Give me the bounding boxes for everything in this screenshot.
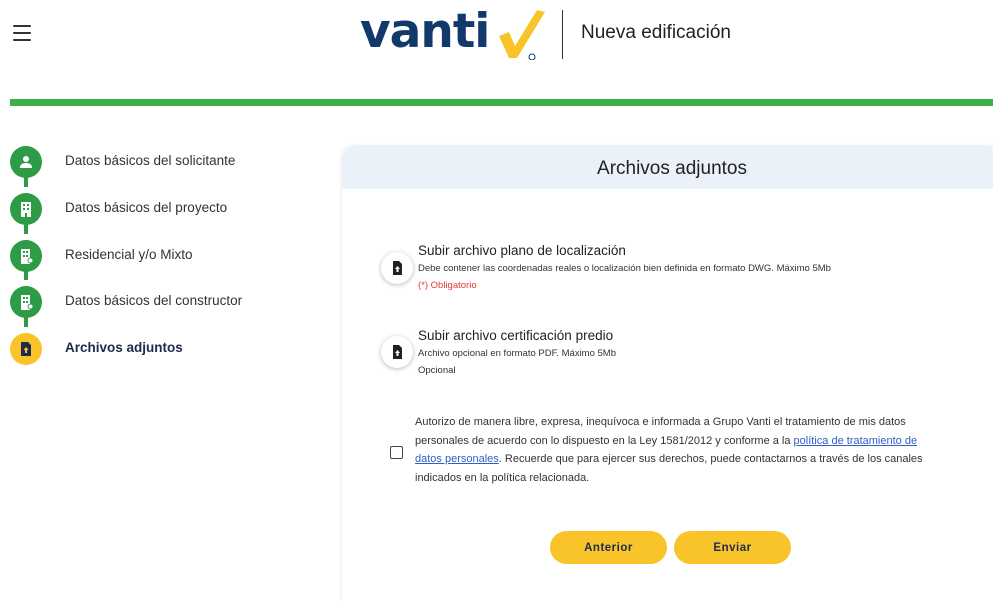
building-icon bbox=[21, 202, 31, 217]
hamburger-icon bbox=[13, 25, 31, 27]
upload-plano-description: Debe contener las coordenadas reales o l… bbox=[418, 263, 831, 274]
step-solicitante[interactable]: Datos básicos del solicitante bbox=[10, 146, 310, 178]
step-constructor[interactable]: Datos básicos del constructor bbox=[10, 286, 310, 318]
consent-text: Autorizo de manera libre, expresa, inequ… bbox=[415, 413, 940, 487]
step-residencial[interactable]: Residencial y/o Mixto bbox=[10, 240, 310, 272]
card-title: Archivos adjuntos bbox=[597, 158, 747, 179]
step-proyecto[interactable]: Datos básicos del proyecto bbox=[10, 193, 310, 225]
required-label: (*) Obligatorio bbox=[418, 280, 477, 291]
header-green-bar bbox=[10, 99, 993, 106]
consent-checkbox[interactable] bbox=[390, 446, 403, 459]
upload-certificacion-description: Archivo opcional en formato PDF. Máximo … bbox=[418, 348, 616, 359]
step-label: Residencial y/o Mixto bbox=[65, 247, 193, 262]
upload-file-icon bbox=[21, 342, 31, 356]
upload-plano-button[interactable] bbox=[381, 252, 413, 284]
checkmark-logo-icon bbox=[499, 10, 545, 60]
previous-button[interactable]: Anterior bbox=[550, 531, 667, 564]
hamburger-menu-button[interactable] bbox=[13, 25, 31, 41]
building-icon bbox=[21, 249, 33, 264]
step-circle bbox=[10, 146, 42, 178]
upload-plano-title: Subir archivo plano de localización bbox=[418, 243, 626, 258]
hamburger-icon-line bbox=[13, 39, 31, 41]
building-icon bbox=[21, 295, 33, 310]
step-label: Datos básicos del proyecto bbox=[65, 200, 228, 215]
step-label: Datos básicos del solicitante bbox=[65, 153, 236, 168]
hamburger-icon-line bbox=[13, 32, 31, 34]
upload-file-icon bbox=[392, 345, 402, 359]
step-circle bbox=[10, 240, 42, 272]
header-divider bbox=[562, 10, 563, 59]
step-circle bbox=[10, 193, 42, 225]
optional-label: Opcional bbox=[418, 365, 456, 376]
upload-certificacion-button[interactable] bbox=[381, 336, 413, 368]
step-label: Datos básicos del constructor bbox=[65, 293, 243, 308]
vanti-logo[interactable]: vanti bbox=[360, 4, 545, 62]
step-archivos[interactable]: Archivos adjuntos bbox=[10, 333, 310, 365]
upload-file-icon bbox=[392, 261, 402, 275]
card-header: Archivos adjuntos bbox=[342, 146, 993, 189]
upload-certificacion-title: Subir archivo certificación predio bbox=[418, 328, 614, 343]
submit-button[interactable]: Enviar bbox=[674, 531, 791, 564]
logo-text: vanti bbox=[360, 4, 490, 59]
step-label: Archivos adjuntos bbox=[65, 340, 183, 355]
step-circle bbox=[10, 333, 42, 365]
step-circle bbox=[10, 286, 42, 318]
page-title: Nueva edificación bbox=[581, 22, 731, 43]
person-icon bbox=[20, 156, 32, 168]
